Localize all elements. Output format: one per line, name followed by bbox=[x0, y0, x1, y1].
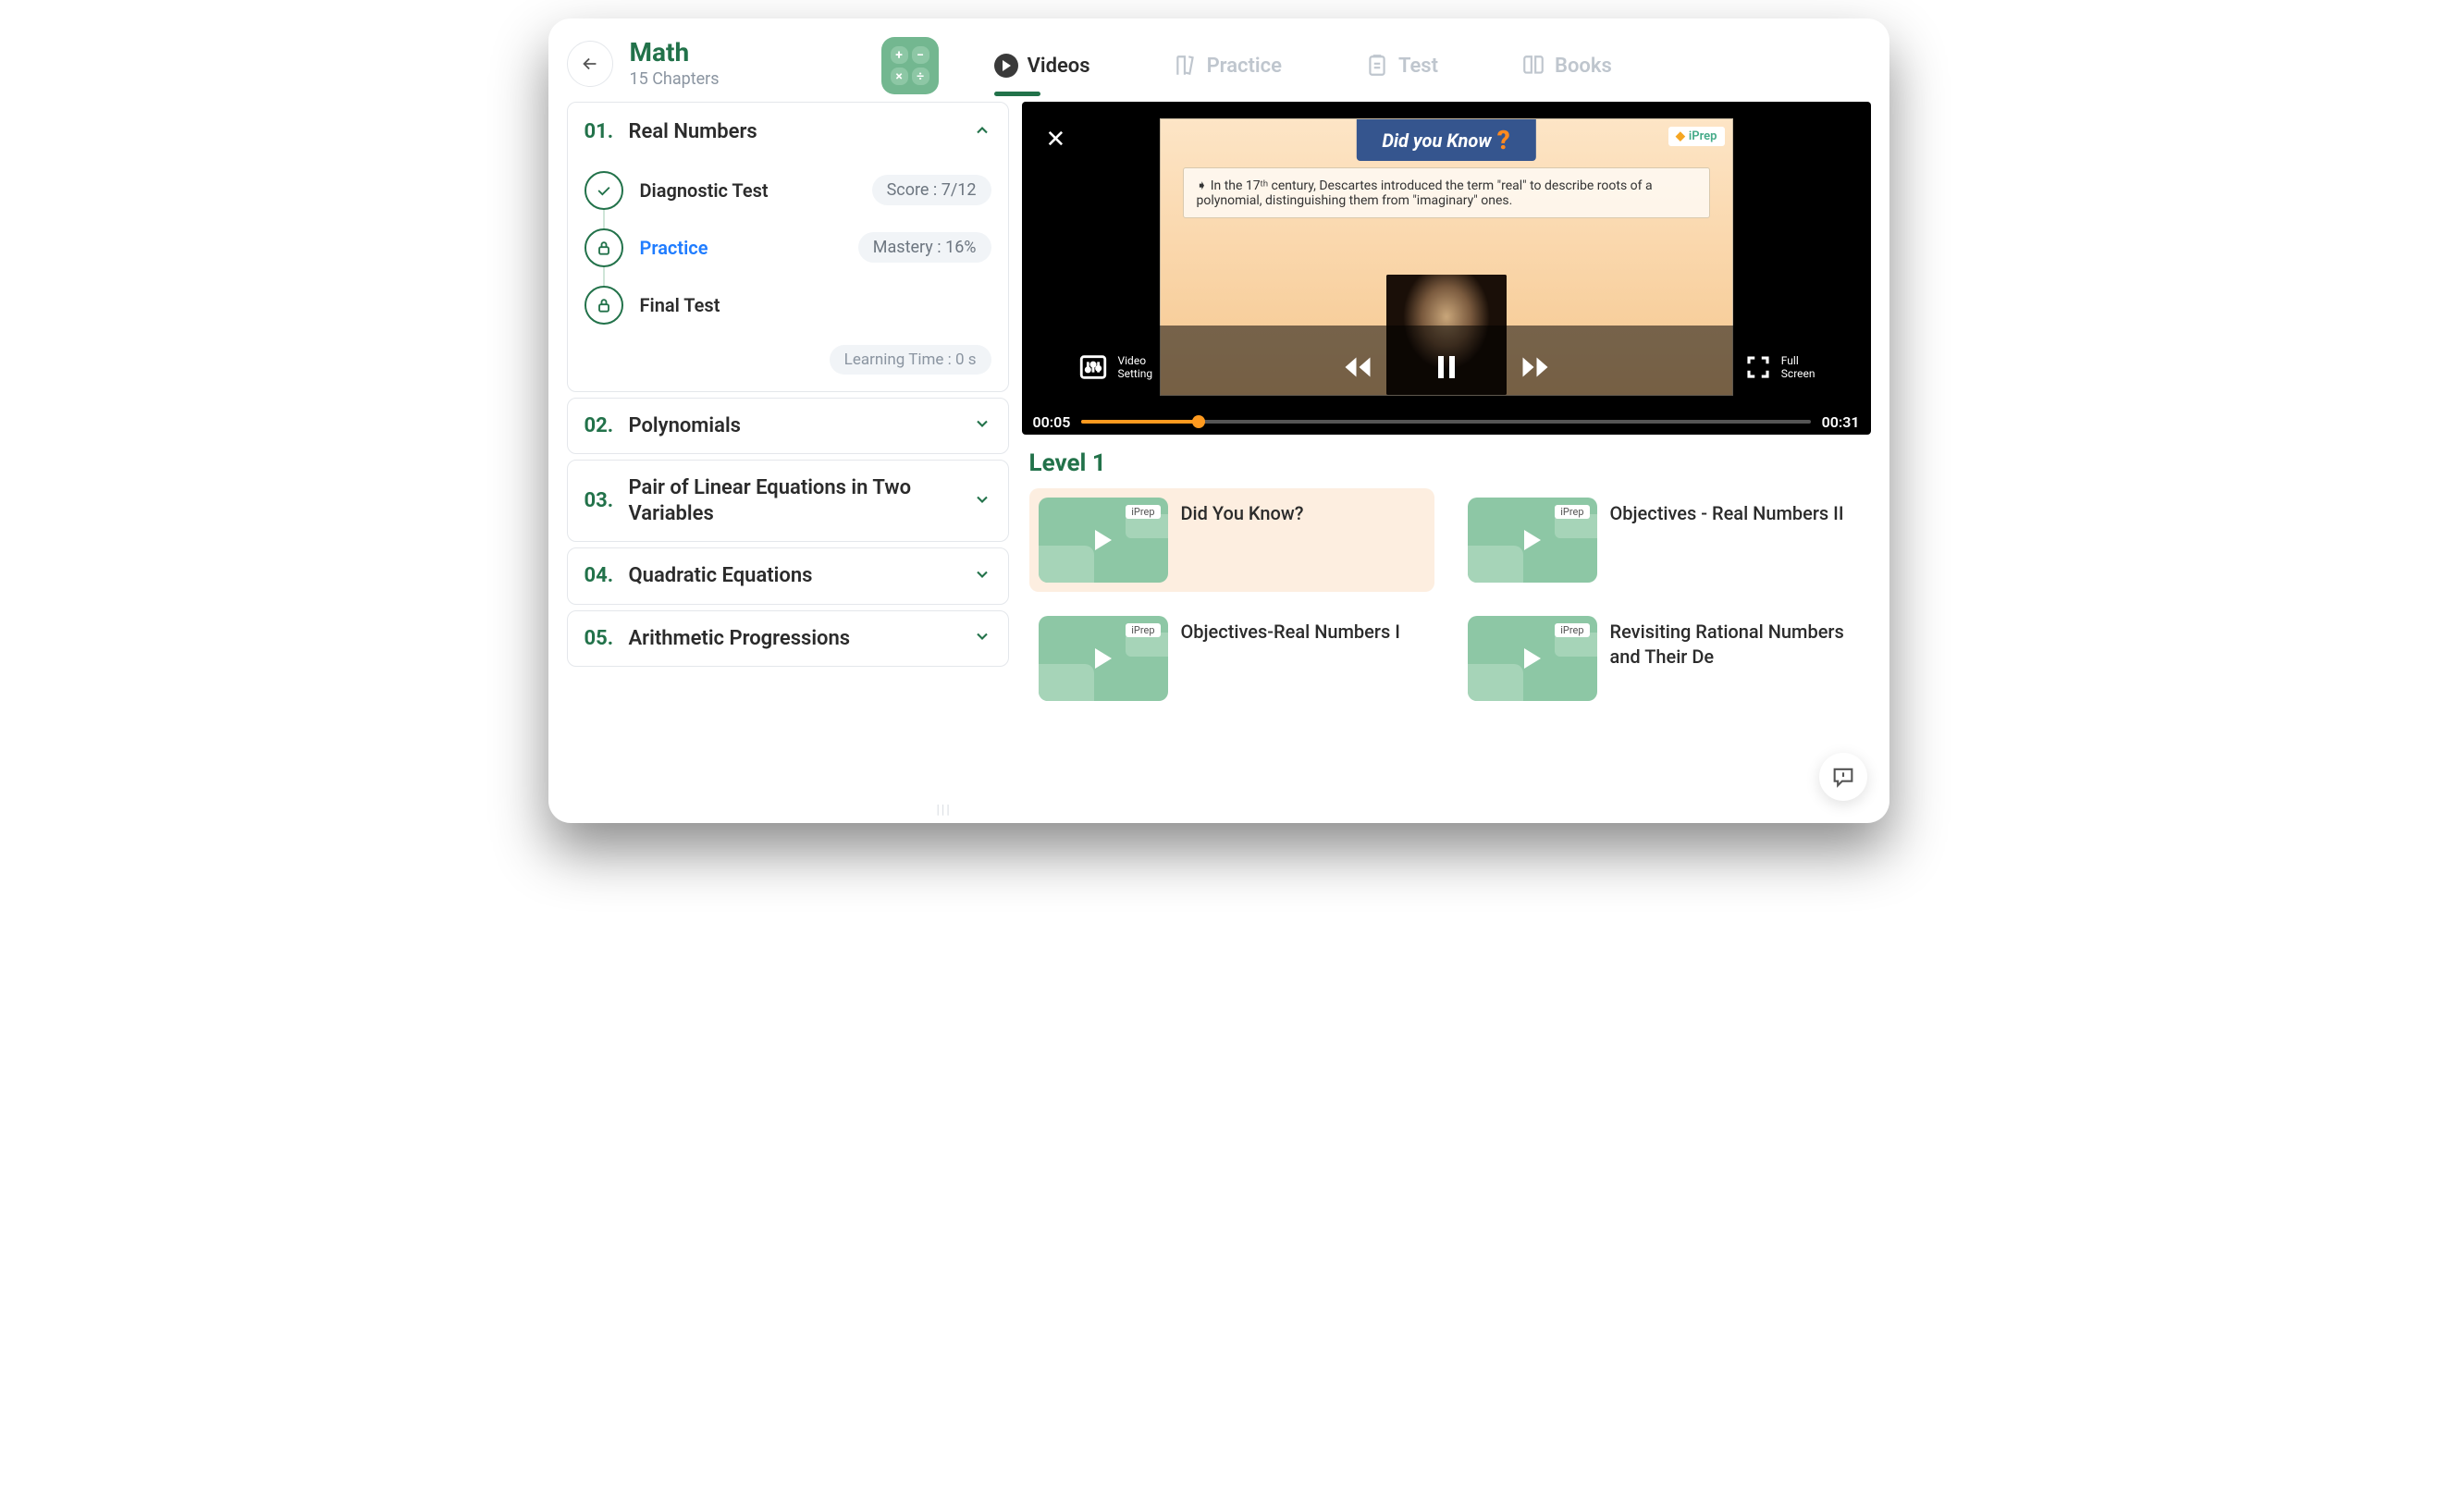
pause-button[interactable] bbox=[1430, 350, 1463, 384]
video-player[interactable]: ✕ Did you Know? iPrep ➧ In the 17ᵗʰ cent… bbox=[1022, 102, 1871, 435]
subject-subtitle: 15 Chapters bbox=[630, 69, 720, 89]
play-icon bbox=[1524, 648, 1541, 669]
feedback-button[interactable] bbox=[1819, 753, 1867, 801]
chapter-name: Real Numbers bbox=[629, 119, 973, 145]
chevron-down-icon bbox=[973, 627, 991, 649]
video-thumbnail: iPrep bbox=[1039, 616, 1168, 701]
subject-title: Math bbox=[630, 37, 720, 68]
rewind-button[interactable] bbox=[1341, 350, 1374, 384]
chevron-up-icon bbox=[973, 121, 991, 143]
chapter-sidebar: 01. Real Numbers Diagnostic Test Score :… bbox=[567, 102, 1009, 805]
play-circle-icon bbox=[994, 54, 1018, 78]
play-icon bbox=[1095, 530, 1112, 550]
play-icon bbox=[1095, 648, 1112, 669]
tab-videos[interactable]: Videos bbox=[994, 54, 1090, 96]
iprep-tag: iPrep bbox=[1555, 623, 1589, 637]
video-thumbnail: iPrep bbox=[1039, 498, 1168, 583]
video-card[interactable]: iPrep Objectives - Real Numbers II bbox=[1459, 488, 1864, 592]
chevron-down-icon bbox=[973, 565, 991, 587]
video-settings-button[interactable]: Video Setting bbox=[1077, 351, 1153, 383]
chapter-03[interactable]: 03. Pair of Linear Equations in Two Vari… bbox=[567, 460, 1009, 542]
tab-videos-label: Videos bbox=[1028, 55, 1090, 78]
chapter-04[interactable]: 04. Quadratic Equations bbox=[567, 547, 1009, 605]
learning-time: Learning Time : 0 s bbox=[830, 345, 991, 375]
iprep-badge: iPrep bbox=[1668, 127, 1725, 146]
tab-practice[interactable]: Practice bbox=[1174, 54, 1282, 96]
video-title: Did You Know? bbox=[1181, 498, 1304, 526]
slide-title: Did you Know? bbox=[1356, 119, 1535, 161]
video-title: Objectives - Real Numbers II bbox=[1610, 498, 1844, 526]
video-card[interactable]: iPrep Revisiting Rational Numbers and Th… bbox=[1459, 607, 1864, 710]
lock-icon bbox=[585, 228, 623, 267]
drag-handle-icon[interactable]: ||| bbox=[937, 803, 952, 817]
step-label: Practice bbox=[640, 237, 858, 259]
video-title: Revisiting Rational Numbers and Their De bbox=[1610, 616, 1854, 670]
play-icon bbox=[1524, 530, 1541, 550]
forward-button[interactable] bbox=[1519, 350, 1552, 384]
video-title: Objectives-Real Numbers I bbox=[1181, 616, 1400, 645]
iprep-tag: iPrep bbox=[1555, 505, 1589, 519]
tab-practice-label: Practice bbox=[1207, 55, 1282, 78]
step-meta: Score : 7/12 bbox=[872, 175, 991, 205]
subject-math-icon: +−×÷ bbox=[881, 37, 939, 94]
video-card[interactable]: iPrep Did You Know? bbox=[1029, 488, 1434, 592]
back-button[interactable] bbox=[567, 41, 613, 87]
chapter-05[interactable]: 05. Arithmetic Progressions bbox=[567, 610, 1009, 668]
fullscreen-button[interactable]: Full Screen bbox=[1744, 353, 1815, 381]
step-meta: Mastery : 16% bbox=[858, 232, 991, 263]
video-thumbnail: iPrep bbox=[1468, 616, 1597, 701]
video-controls: Video Setting Full Screen bbox=[1022, 326, 1871, 409]
step-final[interactable]: Final Test bbox=[585, 277, 991, 334]
tab-test-label: Test bbox=[1398, 55, 1438, 78]
slide-fact: ➧ In the 17ᵗʰ century, Descartes introdu… bbox=[1183, 167, 1710, 218]
iprep-tag: iPrep bbox=[1126, 623, 1160, 637]
step-diagnostic[interactable]: Diagnostic Test Score : 7/12 bbox=[585, 162, 991, 219]
chevron-down-icon bbox=[973, 414, 991, 436]
step-label: Final Test bbox=[640, 294, 991, 316]
tab-books[interactable]: Books bbox=[1521, 54, 1612, 96]
step-practice[interactable]: Practice Mastery : 16% bbox=[585, 219, 991, 277]
chevron-down-icon bbox=[973, 490, 991, 512]
check-icon bbox=[585, 171, 623, 210]
chapter-02[interactable]: 02. Polynomials bbox=[567, 398, 1009, 455]
video-thumbnail: iPrep bbox=[1468, 498, 1597, 583]
step-label: Diagnostic Test bbox=[640, 179, 872, 202]
video-card[interactable]: iPrep Objectives-Real Numbers I bbox=[1029, 607, 1434, 710]
tab-test[interactable]: Test bbox=[1365, 54, 1438, 96]
level-title: Level 1 bbox=[1029, 449, 1864, 477]
time-current: 00:05 bbox=[1033, 413, 1071, 431]
chapter-01[interactable]: 01. Real Numbers Diagnostic Test Score :… bbox=[567, 102, 1009, 392]
tab-books-label: Books bbox=[1555, 55, 1612, 78]
close-icon[interactable]: ✕ bbox=[1046, 126, 1066, 154]
lock-icon bbox=[585, 286, 623, 325]
iprep-tag: iPrep bbox=[1126, 505, 1160, 519]
time-total: 00:31 bbox=[1822, 413, 1860, 431]
subject-heading: Math 15 Chapters bbox=[630, 37, 720, 89]
progress-bar[interactable]: 00:05 00:31 bbox=[1022, 409, 1871, 435]
chapter-number: 01. bbox=[585, 120, 629, 143]
